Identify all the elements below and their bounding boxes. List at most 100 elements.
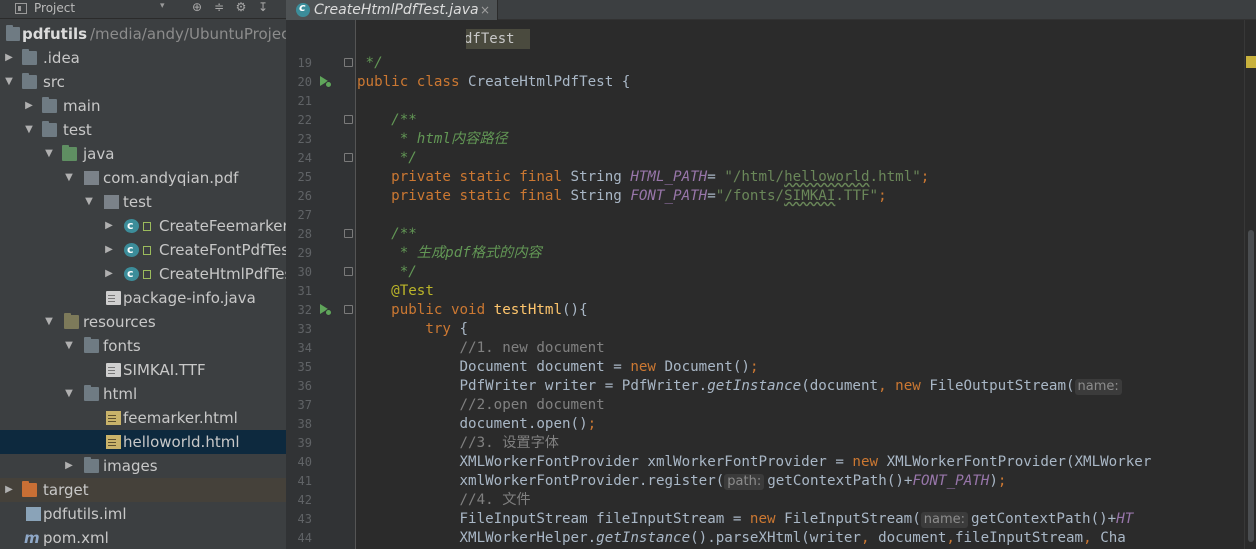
type: String: [570, 169, 631, 185]
tree-item-pdfutils[interactable]: pdfutils /media/andy/UbuntuProject/mypro…: [0, 22, 286, 46]
code-line-36: PdfWriter writer = PdfWriter.getInstance…: [357, 377, 1125, 396]
chevron-down-icon[interactable]: ▼: [23, 118, 35, 142]
tree-item-resources[interactable]: ▼ resources: [0, 310, 286, 334]
chevron-down-icon[interactable]: ▼: [43, 310, 55, 334]
tree-item-file[interactable]: SIMKAI.TTF: [0, 358, 286, 382]
chevron-right-icon[interactable]: ▶: [3, 46, 15, 70]
run-test-icon[interactable]: [319, 76, 332, 88]
fold-marker-icon[interactable]: [344, 115, 353, 124]
comma: ,: [860, 530, 879, 546]
chevron-down-icon[interactable]: ▼: [83, 190, 95, 214]
chevron-right-icon[interactable]: ▶: [103, 214, 115, 238]
folder-icon: [84, 385, 99, 401]
tree-item-test[interactable]: ▼ test: [0, 118, 286, 142]
warning-marker[interactable]: [1246, 56, 1256, 68]
tree-item-html[interactable]: ▼ html: [0, 382, 286, 406]
chevron-down-icon[interactable]: ▾: [160, 1, 165, 11]
run-test-icon[interactable]: [319, 304, 332, 316]
keyword: private static final: [357, 169, 571, 185]
tree-item-src[interactable]: ▼ src: [0, 70, 286, 94]
code-line-35: Document document = new Document();: [357, 358, 758, 377]
line-number: 39: [297, 436, 312, 450]
folder-icon: [84, 337, 99, 353]
tree-item-label: .idea: [43, 49, 80, 67]
tree-item-class[interactable]: ▶ CreateHtmlPdfTest: [0, 262, 286, 286]
chevron-right-icon[interactable]: ▶: [23, 94, 35, 118]
tree-item-target[interactable]: ▶ target: [0, 478, 286, 502]
project-panel-header: Project ▾ ⊕ ≑ ⚙ ↧: [0, 0, 286, 19]
chevron-right-icon[interactable]: ▶: [103, 238, 115, 262]
tree-item-file[interactable]: package-info.java: [0, 286, 286, 310]
tree-item-fonts[interactable]: ▼ fonts: [0, 334, 286, 358]
code-line-38: document.open();: [357, 415, 596, 434]
tree-item-java[interactable]: ▼ java: [0, 142, 286, 166]
tree-item-class[interactable]: ▶ CreateFontPdfTest: [0, 238, 286, 262]
folder-icon: [42, 97, 57, 113]
fold-marker-icon[interactable]: [344, 267, 353, 276]
code-line-19: */: [357, 55, 383, 71]
code-line-41: xmlWorkerFontProvider.register(path: getC…: [357, 472, 1006, 491]
folder-icon: [22, 73, 37, 89]
tree-item-package[interactable]: ▼ com.andyqian.pdf: [0, 166, 286, 190]
gear-icon[interactable]: ⚙: [230, 0, 252, 14]
project-root-row[interactable]: pdfutils /media/andy/UbuntuProject/mypro…: [0, 22, 286, 46]
chevron-right-icon[interactable]: ▶: [63, 454, 75, 478]
tree-item-label: SIMKAI.TTF: [123, 361, 206, 379]
fold-marker-icon[interactable]: [344, 153, 353, 162]
chevron-right-icon[interactable]: ▶: [103, 262, 115, 286]
comma: ,: [1083, 530, 1101, 546]
line-number: 25: [297, 170, 312, 184]
editor-gutter[interactable]: 19 20 21 22 23 24 25 26 27 28 29 30 31 3…: [286, 20, 356, 549]
chevron-down-icon[interactable]: ▼: [3, 70, 15, 94]
tree-item-file[interactable]: pdfutils.iml: [0, 502, 286, 526]
code: XMLWorkerFontProvider xmlWorkerFontProvi…: [357, 454, 853, 470]
keyword: new: [852, 454, 887, 470]
collapse-all-icon[interactable]: ≑: [208, 0, 230, 14]
fold-marker-icon[interactable]: [344, 58, 353, 67]
chevron-down-icon[interactable]: ▼: [63, 382, 75, 406]
chevron-down-icon[interactable]: ▼: [63, 334, 75, 358]
vertical-scrollbar[interactable]: [1248, 230, 1254, 542]
comma: ,: [946, 530, 955, 546]
code-line-32: public void testHtml(){: [357, 301, 587, 320]
code: FileInputStream fileInputStream =: [357, 511, 750, 527]
close-icon[interactable]: ×: [480, 0, 490, 20]
code-line-24: */: [357, 150, 417, 166]
semicolon: ;: [749, 359, 759, 375]
project-toolbar: ⊕ ≑ ⚙ ↧: [186, 0, 274, 14]
chevron-right-icon[interactable]: ▶: [3, 478, 15, 502]
tree-item-label: main: [63, 97, 101, 115]
code: ().parseXHtml(writer: [690, 530, 861, 546]
chevron-down-icon[interactable]: ▼: [63, 166, 75, 190]
field: FONT_PATH: [630, 188, 708, 204]
tree-item-main[interactable]: ▶ main: [0, 94, 286, 118]
tree-item-file-selected[interactable]: helloworld.html: [0, 430, 286, 454]
keyword: private static final: [357, 188, 571, 204]
code-editor[interactable]: */ public class CreateHtmlPdfTest { /** …: [357, 20, 1256, 549]
class-breadcrumb-popup[interactable]: dfTest: [466, 29, 530, 49]
lock-icon: [143, 270, 151, 279]
test-source-folder-icon: [62, 145, 77, 161]
tree-item-file[interactable]: m pom.xml: [0, 526, 286, 549]
chevron-down-icon[interactable]: ▼: [43, 142, 55, 166]
tab-createhtmlpdftest[interactable]: CreateHtmlPdfTest.java ×: [286, 0, 498, 20]
fold-marker-icon[interactable]: [344, 229, 353, 238]
line-number: 33: [297, 322, 312, 336]
tree-item-label: pom.xml: [43, 529, 109, 547]
line-number: 37: [297, 398, 312, 412]
tree-item-class[interactable]: ▶ CreateFeemarkerPdfTest: [0, 214, 286, 238]
tree-item-file[interactable]: feemarker.html: [0, 406, 286, 430]
static-method: getInstance: [707, 378, 802, 394]
code-line-30: */: [357, 264, 417, 280]
tree-item-idea[interactable]: ▶ .idea: [0, 46, 286, 70]
tree-item-test-package[interactable]: ▼ test: [0, 190, 286, 214]
code-line-25: private static final String HTML_PATH= "…: [357, 168, 929, 187]
error-stripe[interactable]: [1244, 20, 1256, 549]
code-line-42: //4. 文件: [357, 492, 531, 508]
project-view-selector[interactable]: Project: [34, 1, 75, 15]
hide-panel-icon[interactable]: ↧: [252, 0, 274, 14]
scroll-from-source-icon[interactable]: ⊕: [186, 0, 208, 14]
fold-marker-icon[interactable]: [344, 305, 353, 314]
tree-item-images[interactable]: ▶ images: [0, 454, 286, 478]
code: getContextPath()+: [971, 511, 1117, 527]
